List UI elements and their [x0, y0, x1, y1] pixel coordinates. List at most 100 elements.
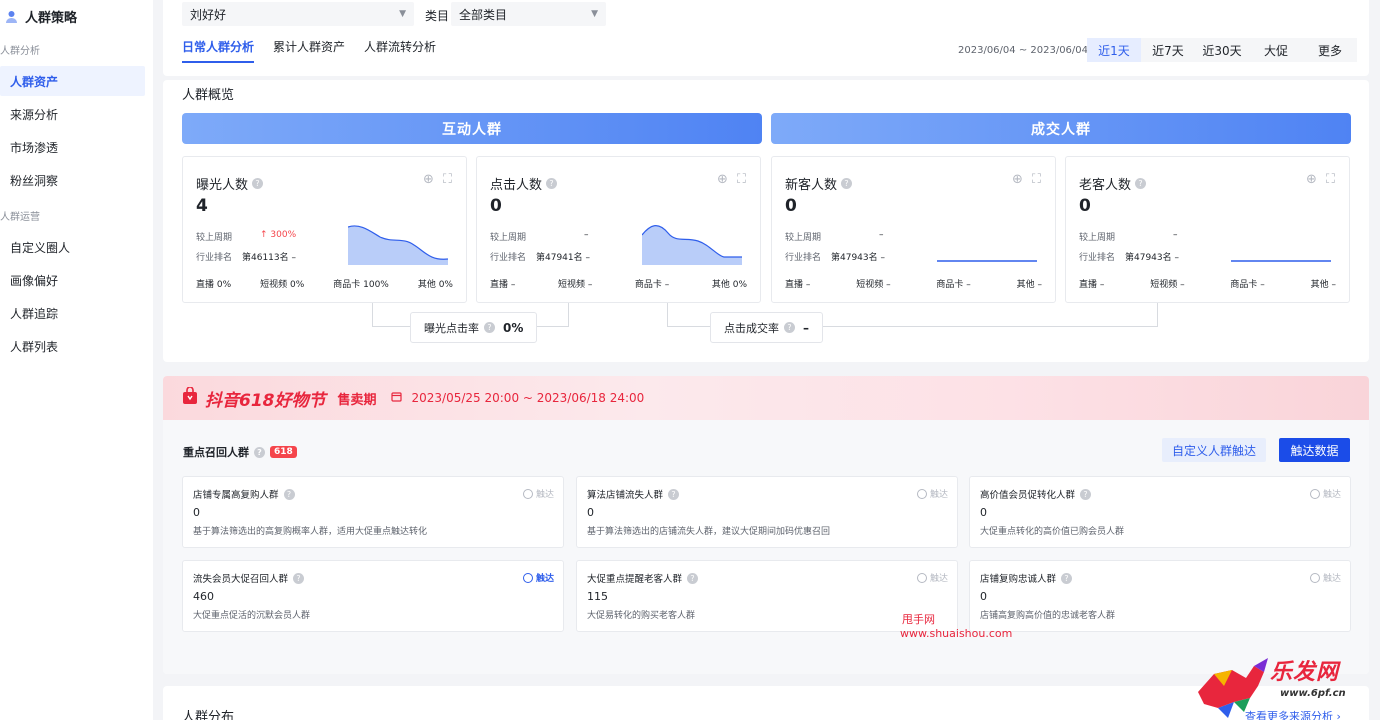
account-select-value: 刘好好	[190, 7, 227, 22]
promo-logo: 抖音618好物节	[181, 385, 326, 411]
period-more[interactable]: 更多	[1303, 38, 1357, 62]
crowd-card: 高价值会员促转化人群? 触达 0 大促重点转化的高价值已购会员人群	[969, 476, 1351, 548]
metric-title: 新客人数?	[785, 174, 853, 193]
reach-action[interactable]: 触达	[916, 571, 948, 584]
breakdown-card: 商品卡 –	[1230, 280, 1265, 290]
reach-action[interactable]: 触达	[1309, 571, 1341, 584]
expand-icon[interactable]: ⛶	[737, 172, 746, 187]
tab-cumulative[interactable]: 累计人群资产	[273, 38, 345, 63]
metric-title: 点击人数?	[490, 174, 558, 193]
metric-prev-row: 较上周期 ↑ 300%	[196, 230, 296, 243]
metric-value: 4	[196, 196, 208, 216]
prev-label: 较上周期	[490, 233, 527, 243]
add-icon[interactable]: ⊕	[423, 172, 434, 187]
expand-icon[interactable]: ⛶	[1326, 172, 1335, 187]
date-range: 2023/06/04 ~ 2023/06/04	[958, 45, 1089, 56]
rate-exposure-click: 曝光点击率 ? 0%	[410, 312, 538, 343]
reach-data-button[interactable]: 触达数据	[1279, 438, 1350, 462]
period-promo[interactable]: 大促	[1249, 38, 1303, 62]
help-icon[interactable]: ?	[668, 488, 680, 500]
help-icon[interactable]: ?	[1135, 178, 1147, 189]
sidebar-item-custom-crowd[interactable]: 自定义圈人	[0, 232, 145, 262]
period-selector: 近1天 近7天 近30天 大促 更多	[1087, 38, 1357, 62]
reach-icon	[1309, 572, 1320, 583]
add-icon[interactable]: ⊕	[1012, 172, 1023, 187]
sidebar-item-tracking[interactable]: 人群追踪	[0, 298, 145, 328]
crowd-value: 0	[587, 506, 594, 519]
expand-icon[interactable]: ⛶	[443, 172, 452, 187]
crowd-card: 店铺专属高复购人群? 触达 0 基于算法筛选出的高复购概率人群，适用大促重点触达…	[182, 476, 564, 548]
expand-icon[interactable]: ⛶	[1032, 172, 1041, 187]
help-icon[interactable]: ?	[252, 178, 264, 189]
sidebar-item-source-analysis[interactable]: 来源分析	[0, 99, 145, 129]
prev-value: ↑ 300%	[260, 230, 297, 240]
sidebar-item-crowd-assets[interactable]: 人群资产	[0, 66, 145, 96]
metric-breakdown: 直播 – 短视频 – 商品卡 – 其他 –	[1079, 277, 1336, 290]
sidebar-item-market-penetration[interactable]: 市场渗透	[0, 132, 145, 162]
help-icon[interactable]: ?	[784, 322, 795, 333]
metric-value: 0	[1079, 196, 1091, 216]
sidebar-item-portrait[interactable]: 画像偏好	[0, 265, 145, 295]
breakdown-live: 直播 0%	[196, 280, 232, 290]
metric-tools: ⊕ ⛶	[1306, 172, 1335, 187]
breakdown-other: 其他 0%	[711, 280, 747, 290]
rank-label: 行业排名	[490, 253, 527, 263]
sidebar-group-label: 人群运营	[0, 212, 40, 223]
crowd-desc: 大促易转化的购买老客人群	[587, 611, 696, 621]
crowd-value: 115	[587, 590, 608, 603]
breakdown-card: 商品卡 –	[634, 280, 670, 290]
crowd-title-text: 高价值会员促转化人群	[980, 490, 1076, 501]
promo-header: 抖音618好物节 售卖期 2023/05/25 20:00 ~ 2023/06/…	[163, 376, 1369, 420]
help-icon[interactable]: ?	[546, 178, 558, 189]
trend-area-chart	[642, 225, 742, 265]
crowd-desc: 基于算法筛选出的高复购概率人群，适用大促重点触达转化	[193, 527, 428, 537]
metric-title-text: 曝光人数	[196, 178, 249, 193]
rate-value: –	[803, 320, 809, 335]
tab-flow[interactable]: 人群流转分析	[364, 38, 436, 63]
recall-title-text: 重点召回人群	[183, 446, 249, 459]
metric-title: 曝光人数?	[196, 174, 264, 193]
chevron-down-icon: ▼	[399, 9, 406, 19]
help-icon[interactable]: ?	[283, 488, 295, 500]
help-icon[interactable]: ?	[254, 446, 265, 458]
prev-value: –	[584, 230, 589, 240]
period-30d[interactable]: 近30天	[1195, 38, 1249, 62]
breakdown-video: 短视频 –	[1150, 280, 1185, 290]
help-icon[interactable]: ?	[841, 178, 853, 189]
metric-breakdown: 直播 – 短视频 – 商品卡 – 其他 0%	[490, 277, 747, 290]
crowd-title: 店铺复购忠诚人群?	[980, 571, 1073, 585]
help-icon[interactable]: ?	[1080, 488, 1092, 500]
reach-action[interactable]: 触达	[1309, 487, 1341, 500]
reach-action[interactable]: 触达	[522, 487, 554, 500]
custom-reach-button[interactable]: 自定义人群触达	[1162, 438, 1266, 462]
crowd-card: 大促重点提醒老客人群? 触达 115 大促易转化的购买老客人群	[576, 560, 958, 632]
help-icon[interactable]: ?	[687, 572, 699, 584]
period-1d[interactable]: 近1天	[1087, 38, 1141, 62]
sidebar-item-fan-insight[interactable]: 粉丝洞察	[0, 165, 145, 195]
metric-rank-row: 行业排名 第47943名 –	[785, 250, 885, 263]
help-icon[interactable]: ?	[293, 572, 305, 584]
breakdown-live: 直播 –	[1079, 280, 1105, 290]
reach-label: 触达	[929, 490, 948, 500]
metric-prev-row: 较上周期 –	[785, 230, 884, 243]
tab-daily[interactable]: 日常人群分析	[182, 38, 255, 63]
metric-title-text: 点击人数	[490, 178, 543, 193]
watermark-url: www.shuaishou.com	[900, 627, 1013, 640]
prev-label: 较上周期	[1079, 233, 1116, 243]
reach-action[interactable]: 触达	[522, 571, 554, 584]
sidebar-group-label: 人群分析	[0, 46, 40, 57]
add-icon[interactable]: ⊕	[717, 172, 728, 187]
period-7d[interactable]: 近7天	[1141, 38, 1195, 62]
help-icon[interactable]: ?	[484, 322, 495, 333]
metric-value: 0	[785, 196, 797, 216]
account-select[interactable]: 刘好好 ▼	[182, 2, 414, 26]
category-select[interactable]: 全部类目 ▼	[451, 2, 606, 26]
corner-url: www.6pf.cn	[1280, 688, 1346, 699]
sidebar-item-crowd-list[interactable]: 人群列表	[0, 331, 145, 361]
reach-action[interactable]: 触达	[916, 487, 948, 500]
add-icon[interactable]: ⊕	[1306, 172, 1317, 187]
breakdown-live: 直播 –	[785, 280, 811, 290]
crowd-title-text: 店铺专属高复购人群	[193, 490, 279, 501]
metric-tools: ⊕ ⛶	[1012, 172, 1041, 187]
help-icon[interactable]: ?	[1061, 572, 1073, 584]
